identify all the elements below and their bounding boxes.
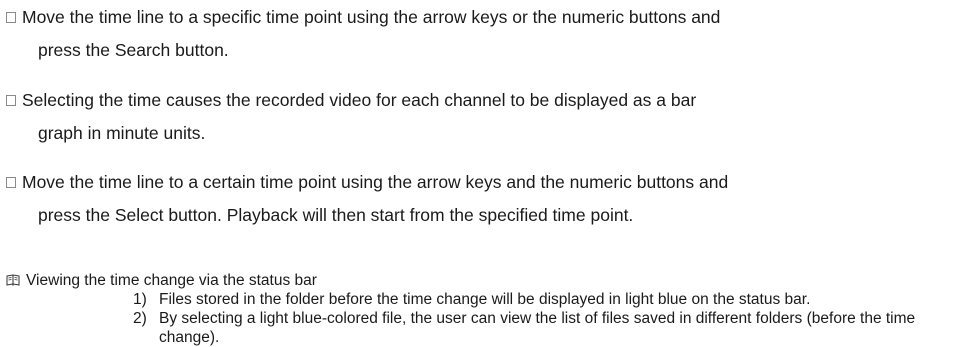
note-step: 2) By selecting a light blue-colored fil… <box>133 309 959 347</box>
checkbox-bullet-icon <box>6 95 16 106</box>
step-number: 1) <box>133 291 147 308</box>
checkbox-bullet-icon <box>6 12 16 23</box>
step-number: 2) <box>133 310 147 327</box>
step-text: By selecting a light blue-colored file, … <box>159 310 916 346</box>
bullet-text: Selecting the time causes the recorded v… <box>22 90 697 110</box>
note-steps: 1) Files stored in the folder before the… <box>133 290 959 347</box>
bullet-line: Move the time line to a certain time poi… <box>6 166 956 199</box>
checkbox-bullet-icon <box>6 177 16 188</box>
bullet-item: Move the time line to a specific time po… <box>6 1 956 67</box>
note-step: 1) Files stored in the folder before the… <box>133 290 959 309</box>
note-heading: Viewing the time change via the status b… <box>2 271 962 290</box>
bullet-continuation: press the Select button. Playback will t… <box>38 205 634 225</box>
step-text: Files stored in the folder before the ti… <box>159 291 811 308</box>
note-title: Viewing the time change via the status b… <box>26 272 317 289</box>
bullet-text: Move the time line to a certain time poi… <box>22 172 729 192</box>
bullet-continuation: press the Search button. <box>38 40 229 60</box>
bullet-item: Selecting the time causes the recorded v… <box>6 84 956 150</box>
bullet-line: Move the time line to a specific time po… <box>6 1 956 34</box>
bullet-item: Move the time line to a certain time poi… <box>6 166 956 232</box>
bullet-line: Selecting the time causes the recorded v… <box>6 84 956 117</box>
book-icon <box>6 274 20 286</box>
bullet-text: Move the time line to a specific time po… <box>22 7 721 27</box>
bullet-continuation: graph in minute units. <box>38 123 206 143</box>
